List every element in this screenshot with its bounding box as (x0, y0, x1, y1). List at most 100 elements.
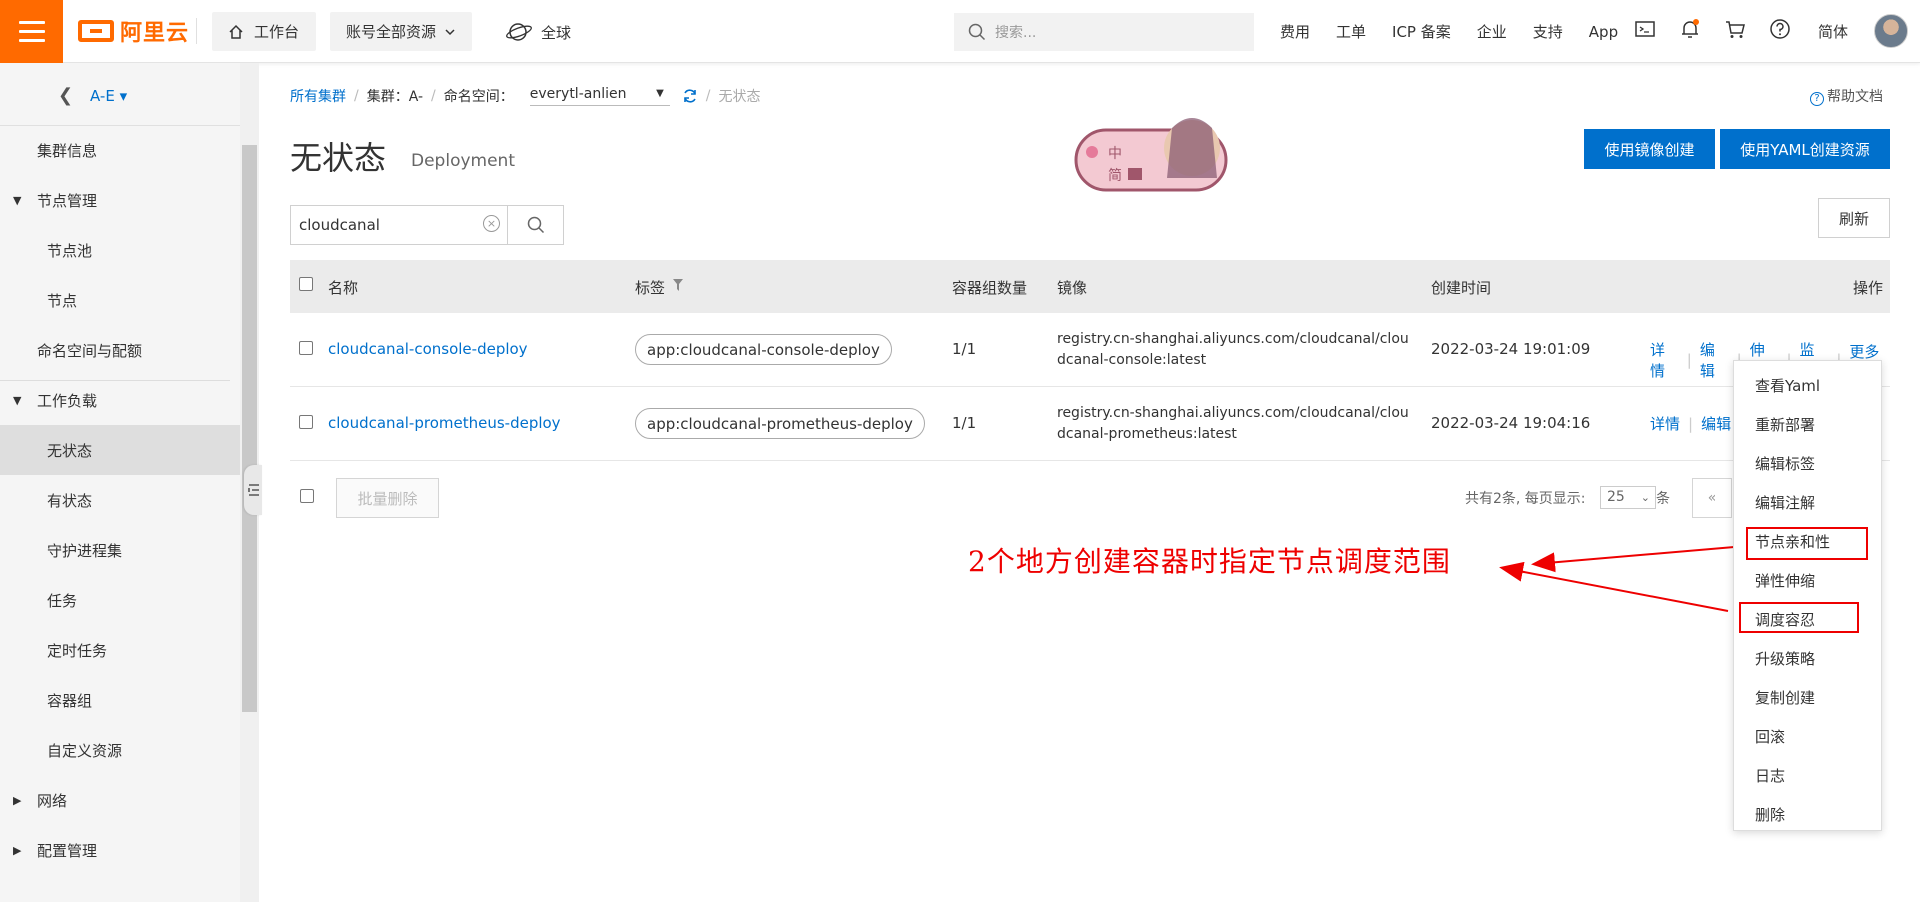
nav-link-tickets[interactable]: 工单 (1336, 21, 1366, 42)
create-from-yaml-button[interactable]: 使用YAML创建资源 (1720, 129, 1890, 169)
created-time: 2022-03-24 19:04:16 (1431, 414, 1591, 432)
workbench-button[interactable]: 工作台 (212, 12, 316, 51)
nav-link-icp[interactable]: ICP 备案 (1392, 21, 1451, 42)
menu-item-view-yaml[interactable]: 查看Yaml (1734, 366, 1881, 405)
menu-icon[interactable] (0, 0, 63, 63)
resource-scope-label: 账号全部资源 (346, 23, 437, 41)
sidebar-item-node-management[interactable]: ▼ 节点管理 (0, 175, 240, 225)
breadcrumb-separator: / (431, 88, 436, 104)
menu-item-rollback[interactable]: 回滚 (1734, 717, 1881, 756)
menu-item-clone[interactable]: 复制创建 (1734, 678, 1881, 717)
nav-link-billing[interactable]: 费用 (1280, 21, 1310, 42)
scrollbar-thumb[interactable] (242, 145, 257, 712)
aliyun-logo[interactable]: 阿里云 (78, 14, 189, 48)
created-time: 2022-03-24 19:01:09 (1431, 340, 1591, 358)
column-image: 镜像 (1057, 279, 1088, 297)
sidebar-item-label: 工作负载 (37, 391, 98, 410)
detail-link[interactable]: 详情 (1650, 413, 1680, 434)
column-tag: 标签 (635, 279, 666, 297)
cluster-name-text: A-E (90, 87, 115, 105)
footer-select-all-checkbox[interactable] (300, 489, 314, 503)
menu-item-logs[interactable]: 日志 (1734, 756, 1881, 795)
sidebar-item-workloads[interactable]: ▼ 工作负载 (0, 375, 240, 425)
clear-icon[interactable]: × (483, 215, 500, 232)
row-checkbox[interactable] (299, 415, 313, 429)
menu-item-edit-annotations[interactable]: 编辑注解 (1734, 483, 1881, 522)
search-icon (527, 216, 545, 234)
select-all-checkbox[interactable] (299, 277, 313, 291)
decorative-sticker: 中 简 (1074, 118, 1228, 192)
sidebar-item-namespaces-quotas[interactable]: 命名空间与配额 (0, 325, 240, 375)
sidebar-item-label: 任务 (47, 591, 78, 610)
sidebar-item-jobs[interactable]: 任务 (0, 575, 240, 625)
create-from-image-button[interactable]: 使用镜像创建 (1584, 129, 1715, 169)
table-header: 名称 标签 容器组数量 镜像 创建时间 操作 (290, 260, 1890, 313)
separator: | (1688, 414, 1694, 433)
caret-down-icon: ▼ (13, 193, 22, 207)
detail-link[interactable]: 详情 (1650, 339, 1679, 381)
breadcrumb-separator: / (354, 88, 359, 104)
pager-summary: 共有2条, 每页显示: (1465, 491, 1586, 507)
breadcrumb-cluster[interactable]: 集群：A- (367, 86, 423, 106)
namespace-select[interactable]: everytl-anlien ▼ (529, 86, 670, 106)
sidebar-item-network[interactable]: ▶ 网络 (0, 775, 240, 825)
breadcrumb-all-clusters[interactable]: 所有集群 (290, 86, 346, 106)
back-arrow-icon[interactable]: ❮ (58, 85, 73, 106)
avatar[interactable] (1874, 14, 1908, 48)
bell-icon[interactable] (1679, 18, 1701, 40)
nav-link-support[interactable]: 支持 (1533, 21, 1563, 42)
caret-right-icon: ▶ (13, 793, 22, 807)
sidebar-item-custom-resources[interactable]: 自定义资源 (0, 725, 240, 775)
search-button[interactable] (507, 205, 564, 245)
sidebar-item-config-management[interactable]: ▶ 配置管理 (0, 825, 240, 875)
sidebar-item-pods[interactable]: 容器组 (0, 675, 240, 725)
region-selector[interactable]: 全球 (505, 14, 571, 50)
nav-link-app[interactable]: App (1589, 23, 1618, 41)
menu-item-upgrade-strategy[interactable]: 升级策略 (1734, 639, 1881, 678)
sidebar-item-statefulsets[interactable]: 有状态 (0, 475, 240, 525)
cluster-name[interactable]: A-E ▾ (90, 87, 127, 105)
resource-scope-dropdown[interactable]: 账号全部资源 (330, 12, 472, 51)
collapse-sidebar-handle[interactable] (244, 465, 262, 515)
language-switch[interactable]: 简体 (1818, 21, 1848, 42)
sidebar-item-daemonsets[interactable]: 守护进程集 (0, 525, 240, 575)
refresh-icon[interactable] (682, 88, 698, 104)
more-label: 更多 (1849, 342, 1880, 361)
deployment-name-link[interactable]: cloudcanal-prometheus-deploy (328, 414, 561, 432)
terminal-icon[interactable] (1634, 18, 1656, 40)
batch-delete-button[interactable]: 批量删除 (336, 478, 439, 518)
separator: | (1686, 351, 1692, 369)
help-icon[interactable] (1769, 18, 1791, 40)
cart-icon[interactable] (1724, 18, 1746, 40)
menu-item-edit-labels[interactable]: 编辑标签 (1734, 444, 1881, 483)
sidebar-item-cronjobs[interactable]: 定时任务 (0, 625, 240, 675)
column-pods: 容器组数量 (952, 279, 1028, 297)
refresh-button[interactable]: 刷新 (1818, 198, 1890, 238)
pager-prev-button[interactable]: « (1692, 478, 1732, 518)
filter-icon[interactable] (672, 278, 684, 292)
sidebar-item-label: 命名空间与配额 (37, 341, 143, 360)
deployment-name-link[interactable]: cloudcanal-console-deploy (328, 340, 528, 358)
menu-item-delete[interactable]: 删除 (1734, 795, 1881, 834)
menu-item-autoscaling[interactable]: 弹性伸缩 (1734, 561, 1881, 600)
question-icon: ? (1810, 92, 1824, 106)
cluster-header: ❮ A-E ▾ (0, 63, 258, 126)
sidebar-item-deployments[interactable]: 无状态 (0, 425, 240, 475)
caret-down-icon: ▼ (656, 88, 664, 99)
logo-text: 阿里云 (120, 21, 190, 46)
help-docs-link[interactable]: ? 帮助文档 (1810, 86, 1883, 106)
menu-item-redeploy[interactable]: 重新部署 (1734, 405, 1881, 444)
sidebar-item-nodes[interactable]: 节点 (0, 275, 240, 325)
page-title: 无状态 (290, 139, 387, 177)
edit-link[interactable]: 编辑 (1701, 413, 1731, 434)
edit-link[interactable]: 编辑 (1700, 339, 1729, 381)
global-search[interactable]: 搜索... (954, 13, 1254, 51)
sidebar-item-cluster-info[interactable]: 集群信息 (0, 125, 240, 175)
pager-unit: 条 (1656, 491, 1670, 507)
image-name: registry.cn-shanghai.aliyuncs.com/cloudc… (1057, 405, 1409, 442)
sidebar-item-node-pools[interactable]: 节点池 (0, 225, 240, 275)
search-input[interactable] (290, 205, 508, 245)
nav-link-enterprise[interactable]: 企业 (1477, 21, 1507, 42)
row-checkbox[interactable] (299, 341, 313, 355)
page-size-select[interactable]: 25 ⌄ (1600, 486, 1656, 509)
